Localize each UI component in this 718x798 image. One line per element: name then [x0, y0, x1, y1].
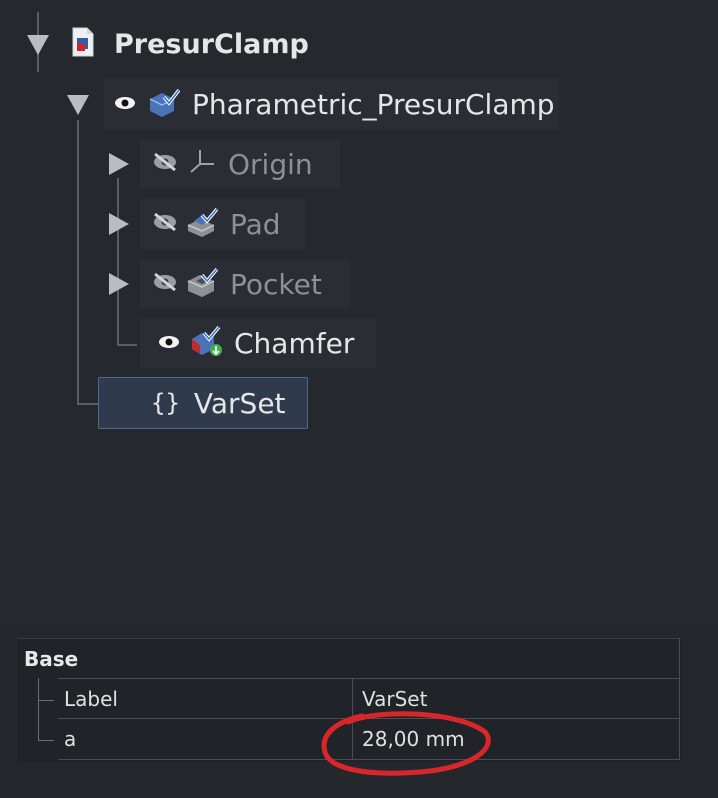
annotation-circle	[321, 711, 491, 776]
